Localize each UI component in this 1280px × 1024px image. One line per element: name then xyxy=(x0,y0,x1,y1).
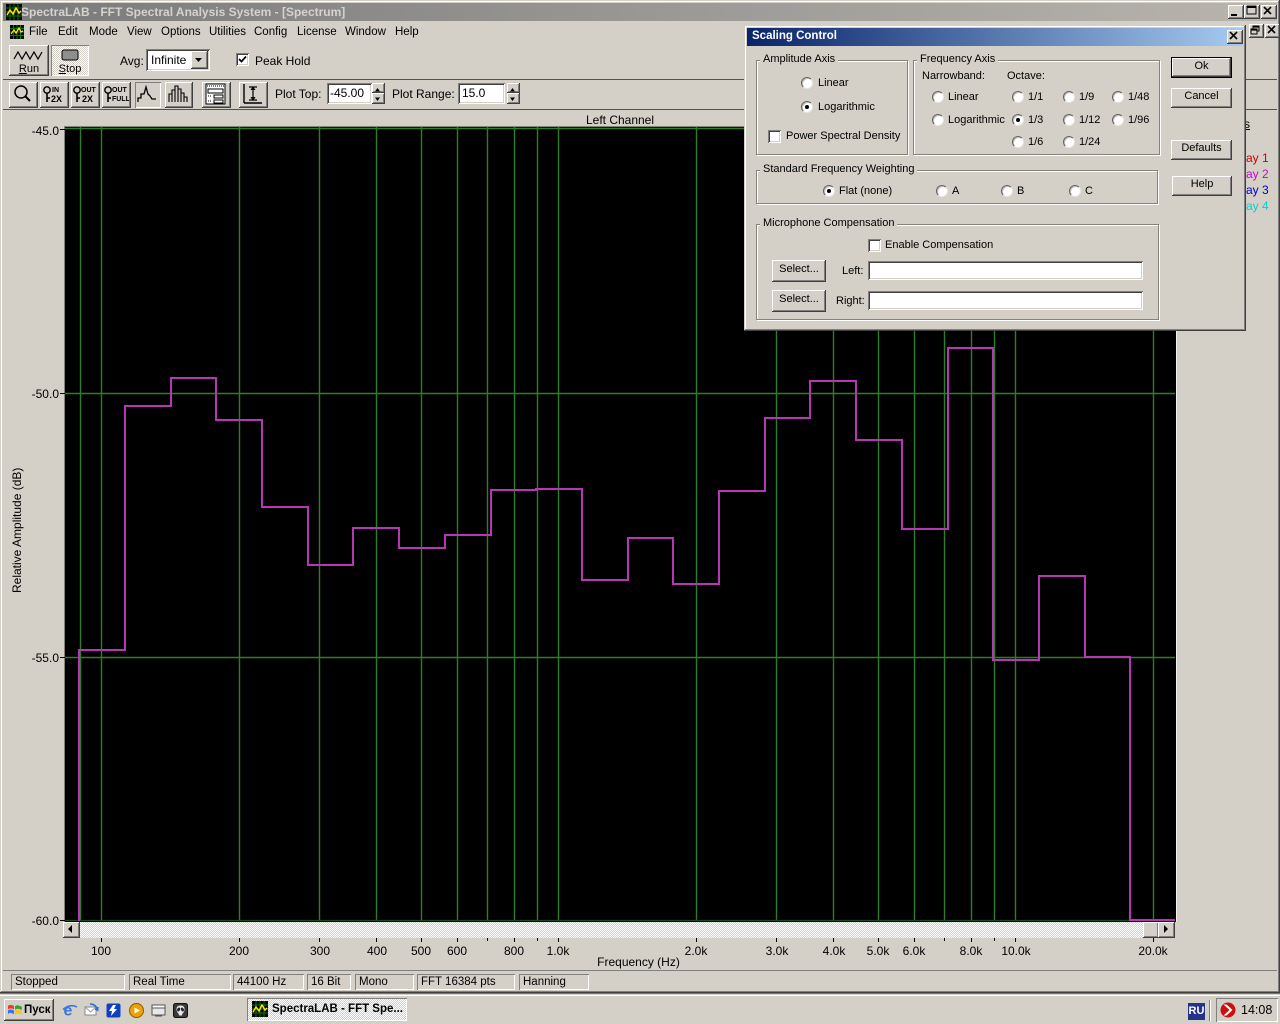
svg-text:FULL: FULL xyxy=(112,96,129,103)
svg-text:2X: 2X xyxy=(82,94,93,104)
svg-text:e: e xyxy=(64,1003,73,1019)
svg-text:OUT: OUT xyxy=(81,87,97,94)
svg-text:IN: IN xyxy=(52,87,59,94)
svg-text:OUT: OUT xyxy=(112,87,128,94)
svg-text:2X: 2X xyxy=(51,94,62,104)
